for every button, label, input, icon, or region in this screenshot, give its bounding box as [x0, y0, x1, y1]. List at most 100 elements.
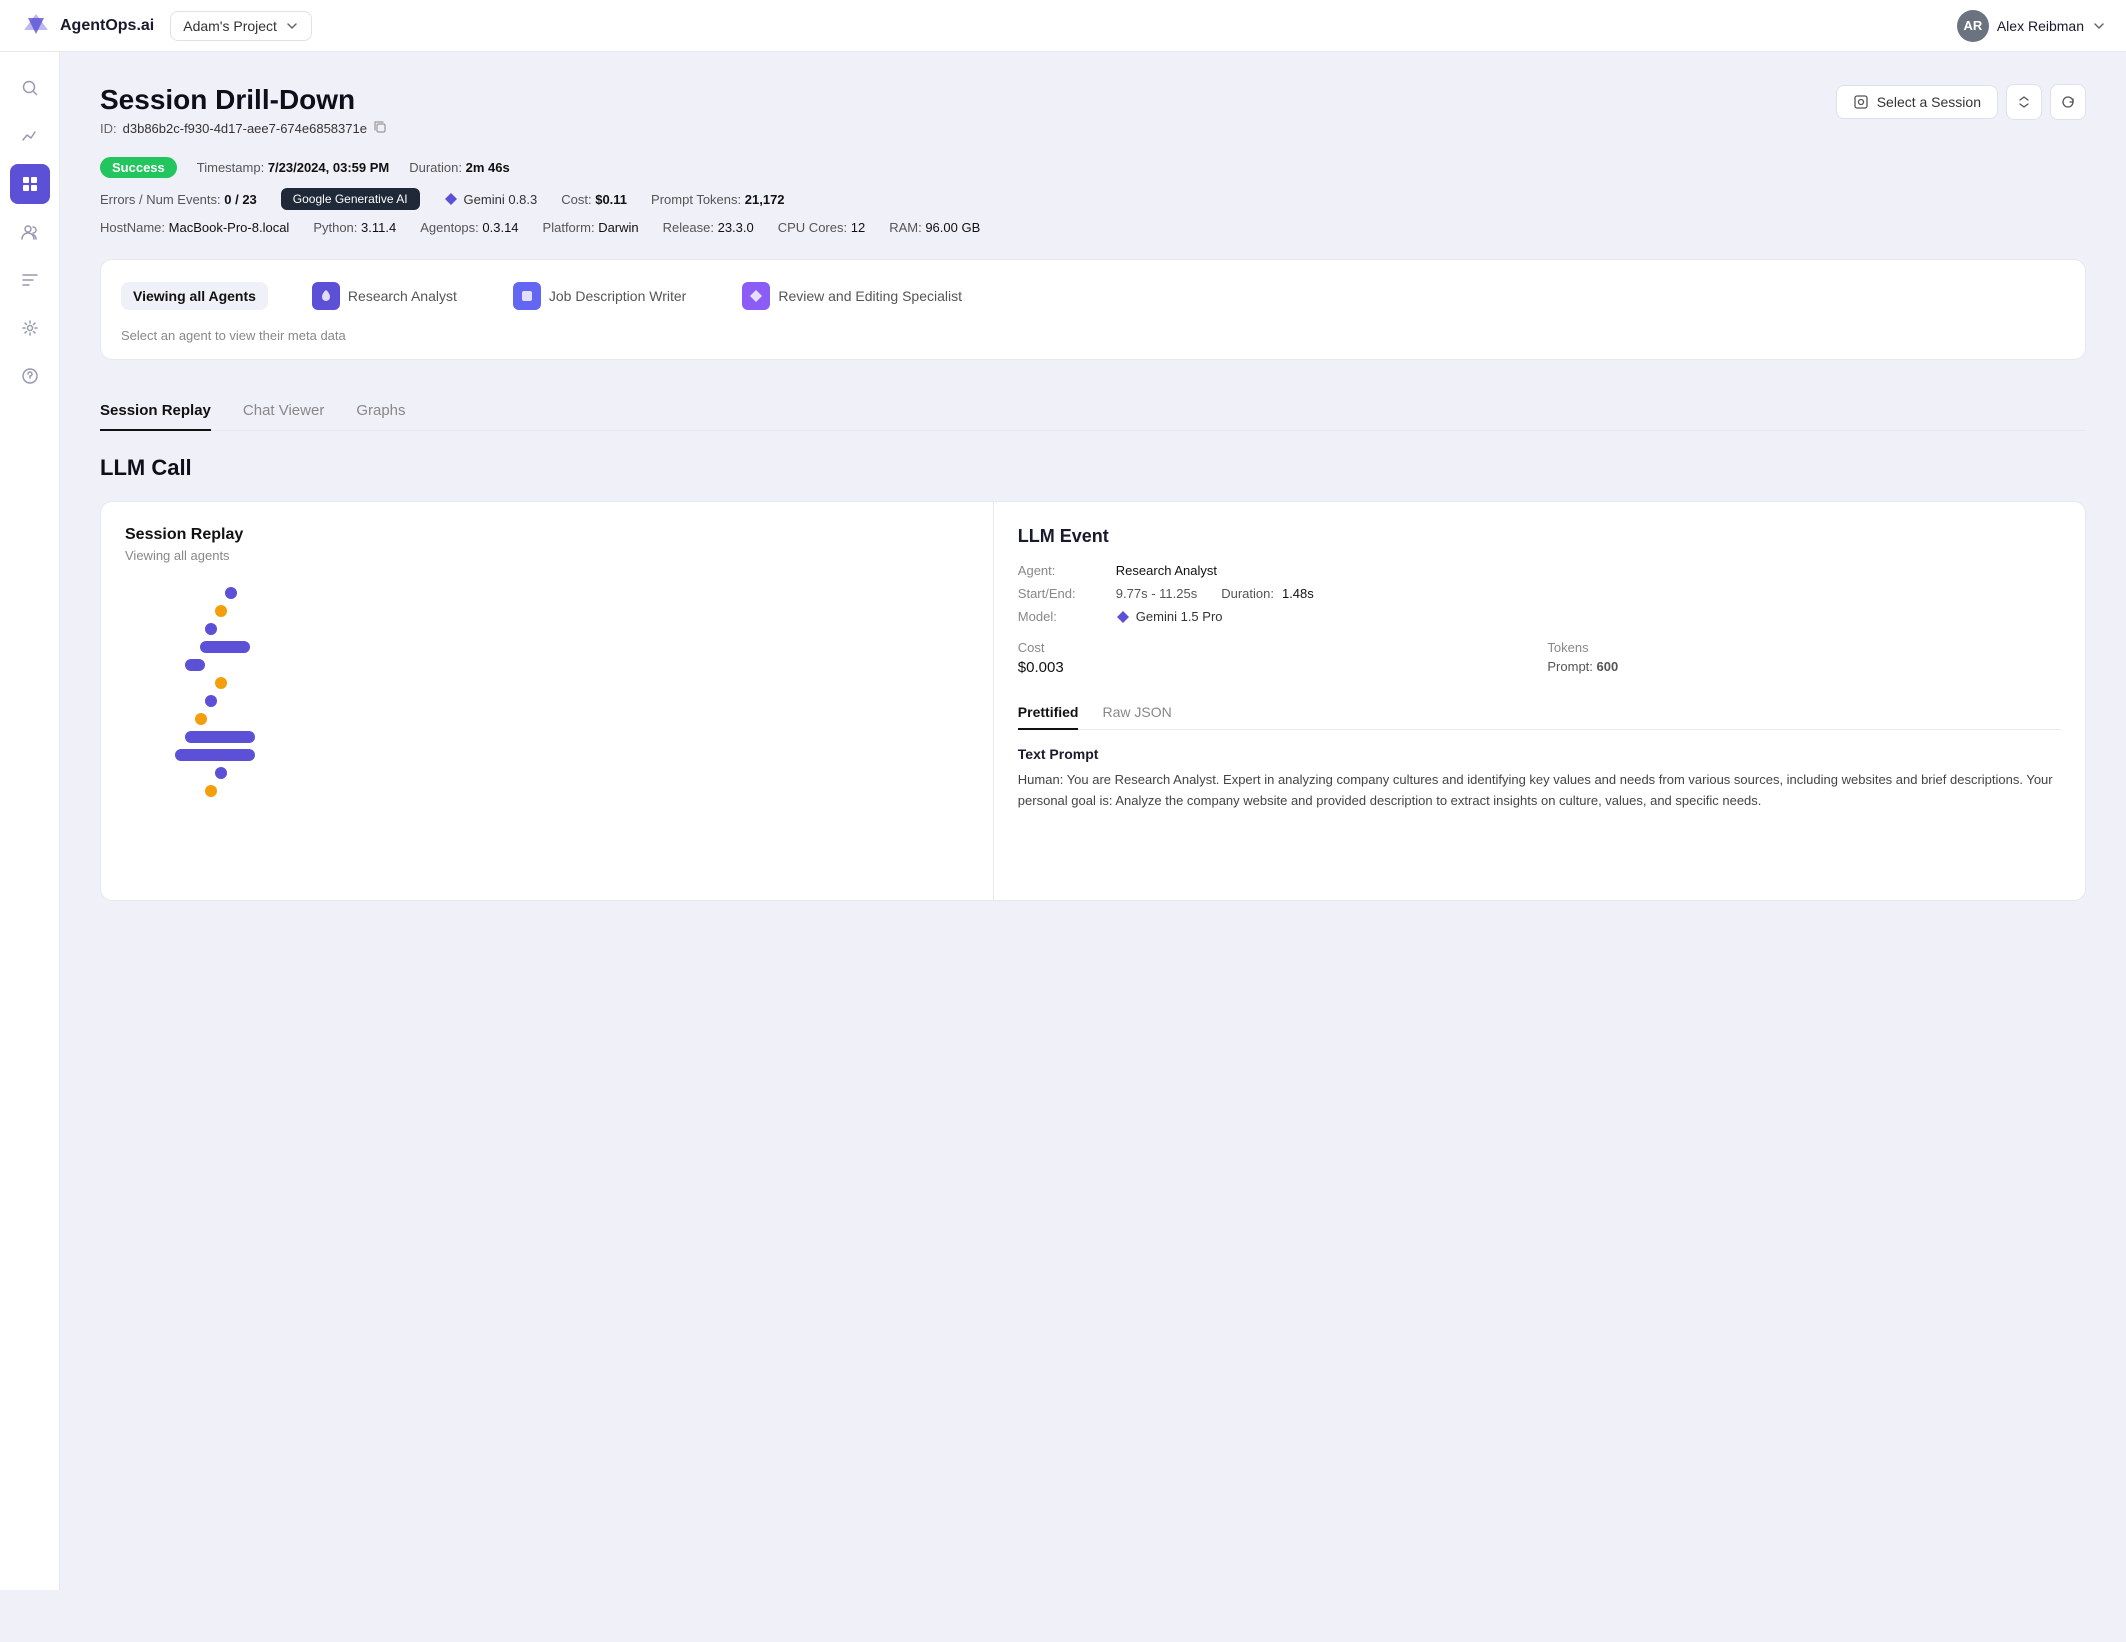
chevron-down-icon — [285, 19, 299, 33]
user-chevron-icon — [2092, 19, 2106, 33]
model-gemini-icon — [1116, 610, 1130, 624]
people-icon — [20, 222, 40, 242]
session-id-label: ID: — [100, 121, 117, 136]
dot-7 — [205, 695, 217, 707]
tab-raw-json[interactable]: Raw JSON — [1102, 696, 1171, 730]
trace-icon — [20, 270, 40, 290]
refresh-icon — [2060, 94, 2076, 110]
event-tabs: Prettified Raw JSON — [1018, 696, 2061, 730]
collapse-icon — [2016, 94, 2032, 110]
sidebar-item-traces[interactable] — [10, 260, 50, 300]
research-agent-icon — [312, 282, 340, 310]
session-icon — [1853, 94, 1869, 110]
meta-row-2: Errors / Num Events: 0 / 23 Google Gener… — [100, 188, 2086, 210]
dot-1 — [225, 587, 237, 599]
gemini-icon — [444, 192, 458, 206]
tab-graphs[interactable]: Graphs — [356, 392, 405, 431]
agent-select-hint: Select an agent to view their meta data — [121, 328, 2065, 343]
cascade-visualization — [125, 587, 969, 797]
collapse-button[interactable] — [2006, 84, 2042, 120]
cascade-row-2 — [215, 605, 969, 617]
tab-session-replay[interactable]: Session Replay — [100, 392, 211, 431]
agent-tab-research[interactable]: Research Analyst — [300, 276, 469, 316]
sidebar-item-help[interactable] — [10, 356, 50, 396]
tab-chat-viewer[interactable]: Chat Viewer — [243, 392, 324, 431]
model-item: Gemini 0.8.3 — [444, 192, 538, 207]
dot-12 — [205, 785, 217, 797]
event-agent-row: Agent: Research Analyst — [1018, 563, 2061, 578]
grid-icon — [20, 174, 40, 194]
select-session-label: Select a Session — [1877, 94, 1981, 110]
main-content: Session Drill-Down ID: d3b86b2c-f930-4d1… — [60, 52, 2126, 933]
jd-agent-label: Job Description Writer — [549, 288, 686, 304]
sidebar-item-analytics[interactable] — [10, 116, 50, 156]
duration-label: Duration: — [1221, 586, 1274, 601]
cascade-row-6 — [215, 677, 969, 689]
model-value: Gemini 1.5 Pro — [1116, 609, 1223, 624]
cascade-row-8 — [195, 713, 969, 725]
jd-agent-icon — [513, 282, 541, 310]
tokens-box: Tokens Prompt: 600 — [1547, 640, 2061, 676]
replay-panel-title: Session Replay — [125, 526, 969, 544]
user-name: Alex Reibman — [1997, 18, 2084, 34]
provider-badge: Google Generative AI — [281, 188, 420, 210]
agent-tab-editing[interactable]: Review and Editing Specialist — [730, 276, 974, 316]
select-session-button[interactable]: Select a Session — [1836, 85, 1998, 119]
dot-8 — [195, 713, 207, 725]
agents-tabs: Viewing all Agents Research Analyst Job … — [121, 276, 2065, 316]
bar-4 — [200, 641, 250, 653]
sidebar-item-settings[interactable] — [10, 308, 50, 348]
settings-icon — [20, 318, 40, 338]
sidebar — [0, 52, 60, 1590]
event-model-row: Model: Gemini 1.5 Pro — [1018, 609, 2061, 624]
project-selector[interactable]: Adam's Project — [170, 11, 312, 41]
start-end-value: 9.77s - 11.25s — [1116, 586, 1197, 601]
cost-tokens-grid: Cost $0.003 Tokens Prompt: 600 — [1018, 640, 2061, 676]
bar-10 — [175, 749, 255, 761]
text-prompt-content: Human: You are Research Analyst. Expert … — [1018, 770, 2061, 812]
dot-6 — [215, 677, 227, 689]
bar-9 — [185, 731, 255, 743]
prompt-tokens-item: Prompt Tokens: 21,172 — [651, 192, 784, 207]
cascade-row-5 — [185, 659, 969, 671]
status-badge: Success — [100, 157, 177, 178]
agent-tab-all[interactable]: Viewing all Agents — [121, 282, 268, 310]
sidebar-item-agents[interactable] — [10, 212, 50, 252]
llm-panel: Session Replay Viewing all agents — [100, 501, 2086, 901]
session-id-row: ID: d3b86b2c-f930-4d17-aee7-674e6858371e — [100, 120, 387, 137]
event-details: Agent: Research Analyst Start/End: 9.77s… — [1018, 563, 2061, 624]
event-timing-row: Start/End: 9.77s - 11.25s Duration: 1.48… — [1018, 586, 2061, 601]
ram-item: RAM: 96.00 GB — [889, 220, 980, 235]
agents-bar: Viewing all Agents Research Analyst Job … — [100, 259, 2086, 360]
release-item: Release: 23.3.0 — [663, 220, 754, 235]
copy-icon[interactable] — [373, 120, 387, 137]
duration-item: Duration: 2m 46s — [409, 160, 509, 175]
event-panel-title: LLM Event — [1018, 526, 2061, 547]
text-prompt-title: Text Prompt — [1018, 746, 2061, 762]
cost-item: Cost: $0.11 — [561, 192, 627, 207]
refresh-button[interactable] — [2050, 84, 2086, 120]
hostname-item: HostName: MacBook-Pro-8.local — [100, 220, 289, 235]
cascade-row-1 — [225, 587, 969, 599]
topnav-left: AgentOps.ai Adam's Project — [20, 10, 312, 42]
logo: AgentOps.ai — [20, 10, 154, 42]
cascade-row-3 — [205, 623, 969, 635]
replay-panel: Session Replay Viewing all agents — [101, 502, 994, 900]
user-area[interactable]: AR Alex Reibman — [1957, 10, 2106, 42]
tab-prettified[interactable]: Prettified — [1018, 696, 1079, 730]
cascade-row-12 — [205, 785, 969, 797]
cost-value: $0.003 — [1018, 659, 1532, 676]
page-title-area: Session Drill-Down ID: d3b86b2c-f930-4d1… — [100, 84, 387, 137]
dot-11 — [215, 767, 227, 779]
dot-3 — [205, 623, 217, 635]
bar-5 — [185, 659, 205, 671]
sidebar-item-search[interactable] — [10, 68, 50, 108]
python-item: Python: 3.11.4 — [313, 220, 396, 235]
agent-value: Research Analyst — [1116, 563, 1217, 578]
agent-tab-jd-writer[interactable]: Job Description Writer — [501, 276, 698, 316]
help-icon — [20, 366, 40, 386]
platform-item: Platform: Darwin — [543, 220, 639, 235]
event-panel: LLM Event Agent: Research Analyst Start/… — [994, 502, 2085, 900]
sidebar-item-sessions[interactable] — [10, 164, 50, 204]
replay-panel-subtitle: Viewing all agents — [125, 548, 969, 563]
